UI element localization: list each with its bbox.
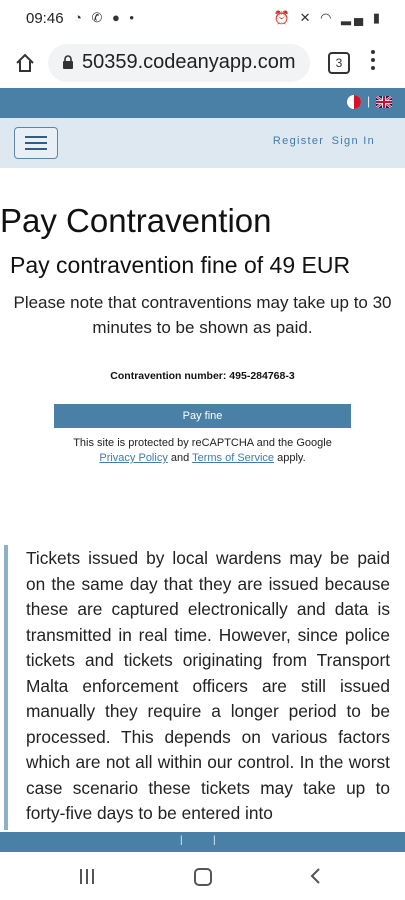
privacy-policy-link[interactable]: Privacy Policy — [99, 452, 167, 464]
site-navbar: Register Sign In — [0, 118, 405, 168]
maltese-flag-icon[interactable] — [347, 95, 361, 109]
info-paragraph: Tickets issued by local wardens may be p… — [26, 548, 390, 823]
android-nav-bar — [0, 852, 405, 900]
recent-apps-icon[interactable] — [80, 869, 96, 884]
home-icon[interactable] — [14, 52, 36, 74]
apply-text: apply. — [277, 452, 306, 464]
info-blockquote: Tickets issued by local wardens may be p… — [0, 540, 405, 832]
menu-toggle-button[interactable] — [14, 127, 58, 159]
language-bar: | — [0, 88, 405, 118]
recaptcha-notice: This site is protected by reCAPTCHA and … — [0, 436, 405, 466]
hamburger-icon — [25, 136, 47, 138]
recaptcha-text: This site is protected by reCAPTCHA and … — [73, 437, 332, 449]
notification-icons: ◔ ✆ ● • — [74, 10, 137, 25]
back-icon[interactable] — [308, 867, 322, 885]
footer-separator: | — [213, 835, 216, 846]
contravention-number: Contravention number: 495-284768-3 — [110, 370, 295, 382]
blockquote-border — [4, 545, 8, 830]
more-options-icon[interactable] — [370, 50, 376, 74]
lock-icon — [63, 55, 73, 69]
auth-links: Register Sign In — [270, 135, 375, 147]
signin-link[interactable]: Sign In — [332, 135, 375, 147]
page-subtitle: Pay contravention fine of 49 EUR — [10, 252, 351, 278]
status-time: 09:46 — [26, 10, 64, 27]
home-button-icon[interactable] — [194, 868, 212, 886]
pay-fine-button[interactable]: Pay fine — [54, 404, 351, 428]
english-flag-icon[interactable] — [376, 96, 392, 108]
system-icons: ⏰ ✕ ◠ ▂▄ ▮ — [273, 10, 383, 25]
and-text: and — [170, 452, 190, 464]
tab-switcher-button[interactable]: 3 — [328, 52, 350, 74]
register-link[interactable]: Register — [273, 135, 324, 147]
processing-note: Please note that contraventions may take… — [13, 293, 392, 337]
url-text[interactable]: 50359.codeanyapp.com — [82, 51, 296, 74]
page-title: Pay Contravention — [0, 202, 272, 239]
language-separator: | — [367, 94, 371, 108]
terms-of-service-link[interactable]: Terms of Service — [192, 452, 274, 464]
browser-toolbar: 50359.codeanyapp.com 3 — [0, 38, 405, 88]
footer-bar: | | — [0, 832, 405, 852]
footer-separator: | — [180, 835, 183, 846]
status-bar: 09:46 ◔ ✆ ● • ⏰ ✕ ◠ ▂▄ ▮ — [0, 0, 405, 38]
